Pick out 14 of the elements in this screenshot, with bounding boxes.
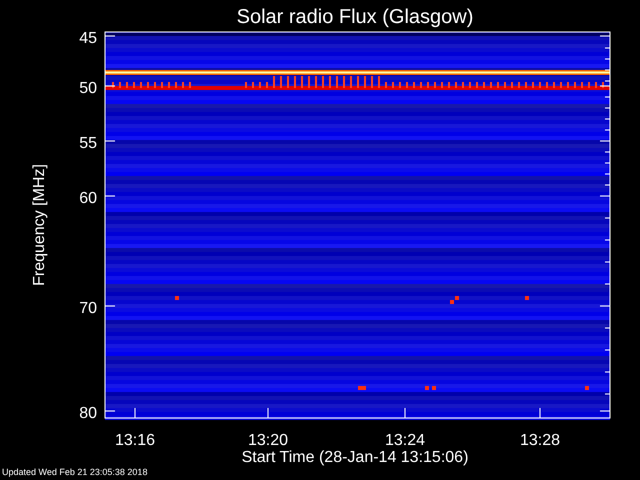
x-tick-label: 13:28	[520, 432, 560, 449]
x-tick-label: 13:16	[114, 432, 156, 449]
x-tick-label: 13:20	[248, 432, 288, 449]
y-tick-label: 45	[79, 30, 97, 47]
y-tick-label: 70	[79, 300, 97, 317]
y-axis-label: Frequency [MHz]	[31, 164, 48, 286]
x-axis-label: Start Time (28-Jan-14 13:15:06)	[242, 449, 468, 466]
update-timestamp: Updated Wed Feb 21 23:05:38 2018	[1, 466, 148, 478]
y-tick-label: 55	[79, 135, 97, 152]
y-tick-label: 50	[79, 80, 97, 97]
y-tick-label: 60	[79, 190, 97, 207]
chart-title: Solar radio Flux (Glasgow)	[236, 6, 474, 28]
y-tick-label: 80	[79, 405, 97, 422]
x-tick-label: 13:24	[384, 432, 426, 449]
